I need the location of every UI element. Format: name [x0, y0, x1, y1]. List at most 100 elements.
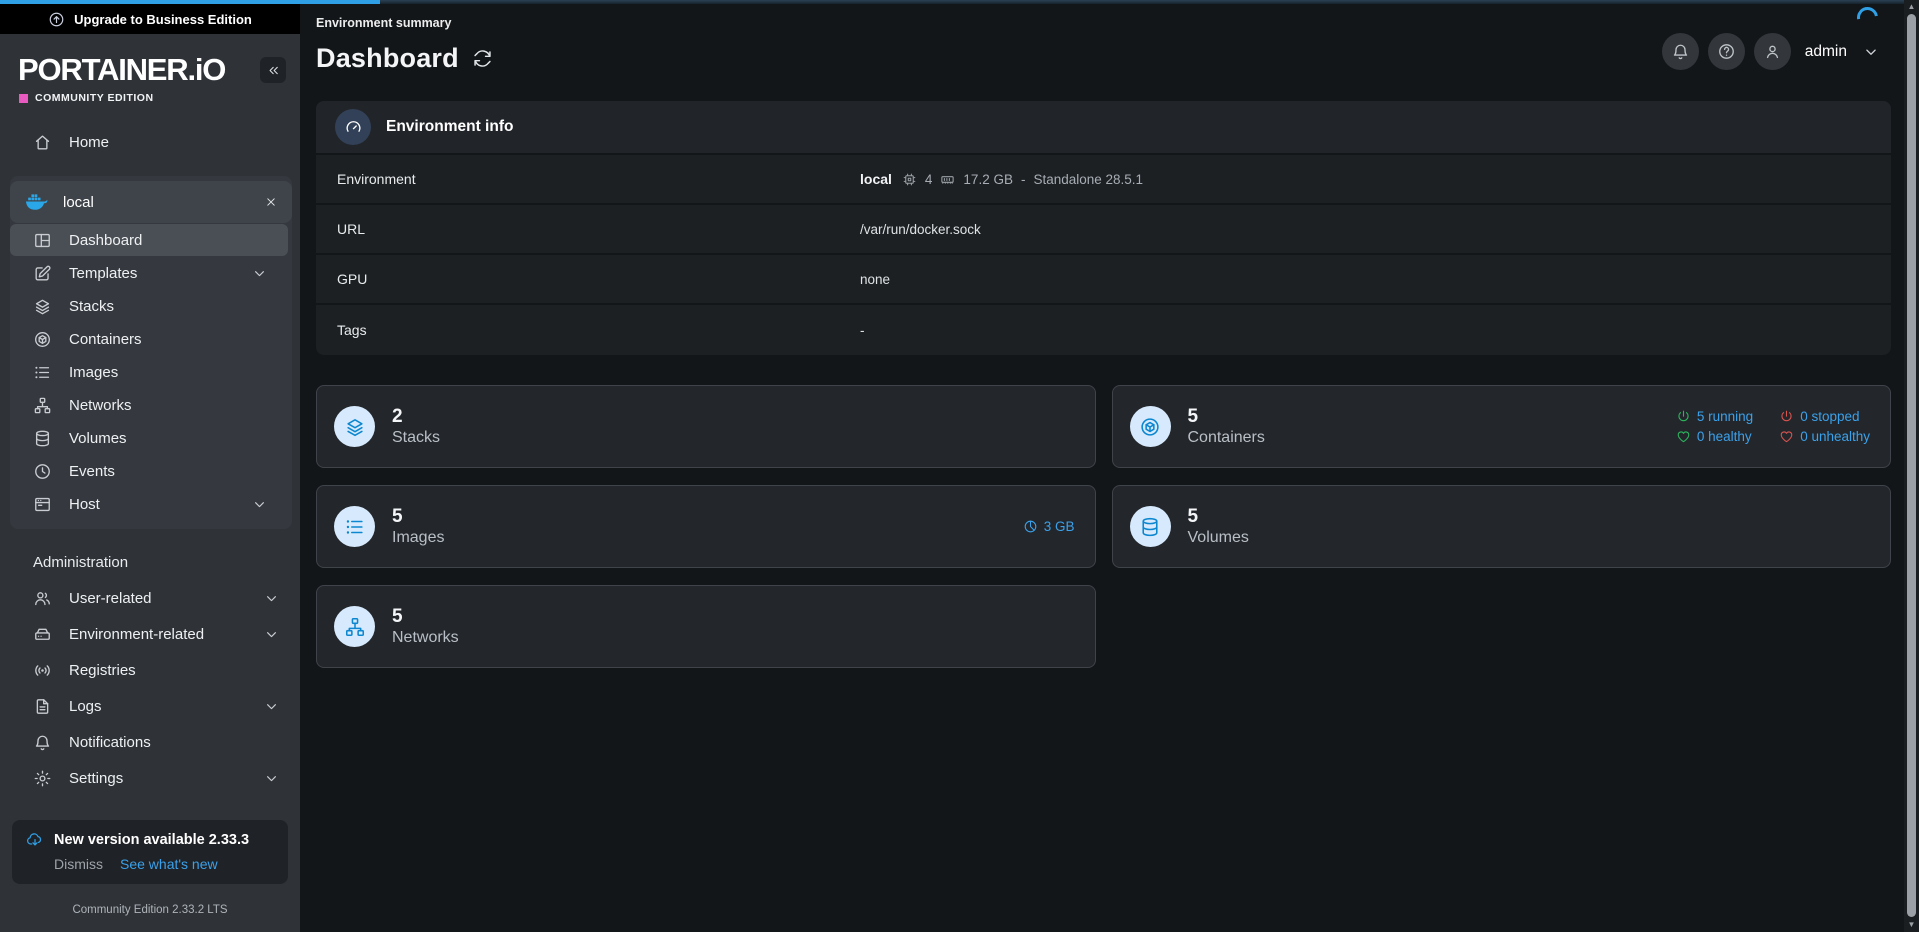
refresh-icon[interactable]: [472, 48, 493, 69]
sidebar-item-label: Events: [69, 463, 115, 480]
file-text-icon: [33, 697, 52, 716]
info-label: GPU: [337, 271, 860, 287]
sidebar-item-user-related[interactable]: User-related: [0, 580, 300, 616]
vertical-scrollbar[interactable]: ▲ ▼: [1904, 0, 1919, 932]
scrollbar-thumb[interactable]: [1907, 14, 1916, 917]
images-size-badge: 3 GB: [1023, 519, 1075, 534]
containers-card[interactable]: 5 Containers 5 running 0 stopped 0 healt…: [1112, 385, 1892, 468]
cpu-icon: [902, 172, 917, 187]
upgrade-banner[interactable]: Upgrade to Business Edition: [0, 4, 300, 34]
volumes-label: Volumes: [1188, 529, 1249, 547]
pie-chart-icon: [1023, 519, 1038, 534]
heart-icon: [1779, 429, 1794, 444]
sidebar-item-volumes[interactable]: Volumes: [10, 422, 288, 454]
sidebar-item-templates[interactable]: Templates: [10, 257, 288, 289]
sidebar-item-label: Settings: [69, 770, 123, 787]
sidebar-item-registries[interactable]: Registries: [0, 652, 300, 688]
chevron-down-icon: [263, 698, 280, 715]
update-title: New version available 2.33.3: [54, 832, 249, 848]
breadcrumb: Environment summary: [316, 0, 1891, 30]
networks-card[interactable]: 5 Networks: [316, 585, 1096, 668]
environment-section: local Dashboard Templates Stacks Contain…: [10, 176, 292, 529]
sidebar-item-environment-related[interactable]: Environment-related: [0, 616, 300, 652]
help-button[interactable]: [1708, 33, 1745, 70]
stat-healthy[interactable]: 0 healthy: [1676, 429, 1753, 444]
scroll-up-arrow[interactable]: ▲: [1908, 1, 1916, 12]
sidebar-item-notifications[interactable]: Notifications: [0, 724, 300, 760]
home-icon: [33, 133, 52, 152]
sidebar-item-dashboard[interactable]: Dashboard: [10, 224, 288, 256]
sidebar-item-label: Host: [69, 496, 100, 513]
dashboard-cards: 2 Stacks 5 Containers 5 running 0 stoppe…: [316, 385, 1891, 668]
cloud-download-icon: [26, 831, 44, 849]
stat-label: 5 running: [1697, 409, 1753, 424]
dashboard-icon: [33, 231, 52, 250]
volumes-icon: [1130, 506, 1171, 547]
chevron-down-icon[interactable]: [1862, 43, 1880, 61]
sidebar-item-label: User-related: [69, 590, 152, 607]
stacks-card[interactable]: 2 Stacks: [316, 385, 1096, 468]
sidebar-item-host[interactable]: Host: [10, 488, 288, 520]
notifications-button[interactable]: [1662, 33, 1699, 70]
close-icon[interactable]: [264, 195, 278, 209]
containers-label: Containers: [1188, 429, 1265, 447]
sidebar-item-logs[interactable]: Logs: [0, 688, 300, 724]
host-icon: [33, 495, 52, 514]
stat-unhealthy[interactable]: 0 unhealthy: [1779, 429, 1870, 444]
portainer-logo: PORTAINER.iO: [18, 54, 225, 85]
scroll-down-arrow[interactable]: ▼: [1908, 919, 1916, 930]
chevron-down-icon: [251, 265, 268, 282]
networks-icon: [33, 396, 52, 415]
images-card[interactable]: 5 Images 3 GB: [316, 485, 1096, 568]
stacks-icon: [33, 297, 52, 316]
info-row-url: URL /var/run/docker.sock: [316, 205, 1891, 255]
info-label: Environment: [337, 171, 860, 187]
images-icon: [334, 506, 375, 547]
logo-row: PORTAINER.iO: [0, 34, 300, 85]
bell-icon: [1671, 42, 1690, 61]
sidebar-item-home[interactable]: Home: [0, 124, 300, 160]
chevron-down-icon: [251, 496, 268, 513]
memory-icon: [940, 172, 955, 187]
user-menu-button[interactable]: [1754, 33, 1791, 70]
templates-icon: [33, 264, 52, 283]
networks-label: Networks: [392, 629, 459, 647]
update-notification-box: New version available 2.33.3 Dismiss See…: [12, 820, 288, 884]
stat-label: 0 healthy: [1697, 429, 1752, 444]
info-row-gpu: GPU none: [316, 255, 1891, 305]
sidebar-item-label: Stacks: [69, 298, 114, 315]
sidebar-item-label: Networks: [69, 397, 132, 414]
page-title: Dashboard: [316, 43, 459, 74]
environment-summary-value: local 4 17.2 GB - Standalone 28.5.1: [860, 171, 1143, 187]
sidebar-item-networks[interactable]: Networks: [10, 389, 288, 421]
sidebar-item-events[interactable]: Events: [10, 455, 288, 487]
sidebar-item-label: Images: [69, 364, 118, 381]
gear-icon: [33, 769, 52, 788]
dismiss-link[interactable]: Dismiss: [54, 856, 103, 872]
volumes-count: 5: [1188, 506, 1249, 528]
events-icon: [33, 462, 52, 481]
see-whats-new-link[interactable]: See what's new: [120, 856, 218, 872]
sidebar-item-images[interactable]: Images: [10, 356, 288, 388]
gauge-icon: [335, 109, 371, 145]
question-icon: [1717, 42, 1736, 61]
topbar-right: admin: [1662, 33, 1880, 70]
sidebar-item-containers[interactable]: Containers: [10, 323, 288, 355]
sidebar-item-label: Volumes: [69, 430, 127, 447]
power-icon: [1779, 409, 1794, 424]
edition-label: COMMUNITY EDITION: [35, 92, 154, 104]
sidebar-item-label: Logs: [69, 698, 102, 715]
sidebar-item-stacks[interactable]: Stacks: [10, 290, 288, 322]
volumes-card[interactable]: 5 Volumes: [1112, 485, 1892, 568]
edition-square-icon: [19, 94, 28, 103]
sidebar-spacer: [0, 796, 300, 820]
sidebar-item-label: Notifications: [69, 734, 151, 751]
sidebar-item-label: Templates: [69, 265, 137, 282]
sidebar-collapse-button[interactable]: [260, 57, 286, 83]
sidebar-item-settings[interactable]: Settings: [0, 760, 300, 796]
environment-header[interactable]: local: [10, 181, 292, 223]
stat-stopped[interactable]: 0 stopped: [1779, 409, 1870, 424]
stat-running[interactable]: 5 running: [1676, 409, 1753, 424]
update-title-row: New version available 2.33.3: [26, 831, 274, 849]
username-label[interactable]: admin: [1805, 43, 1847, 61]
